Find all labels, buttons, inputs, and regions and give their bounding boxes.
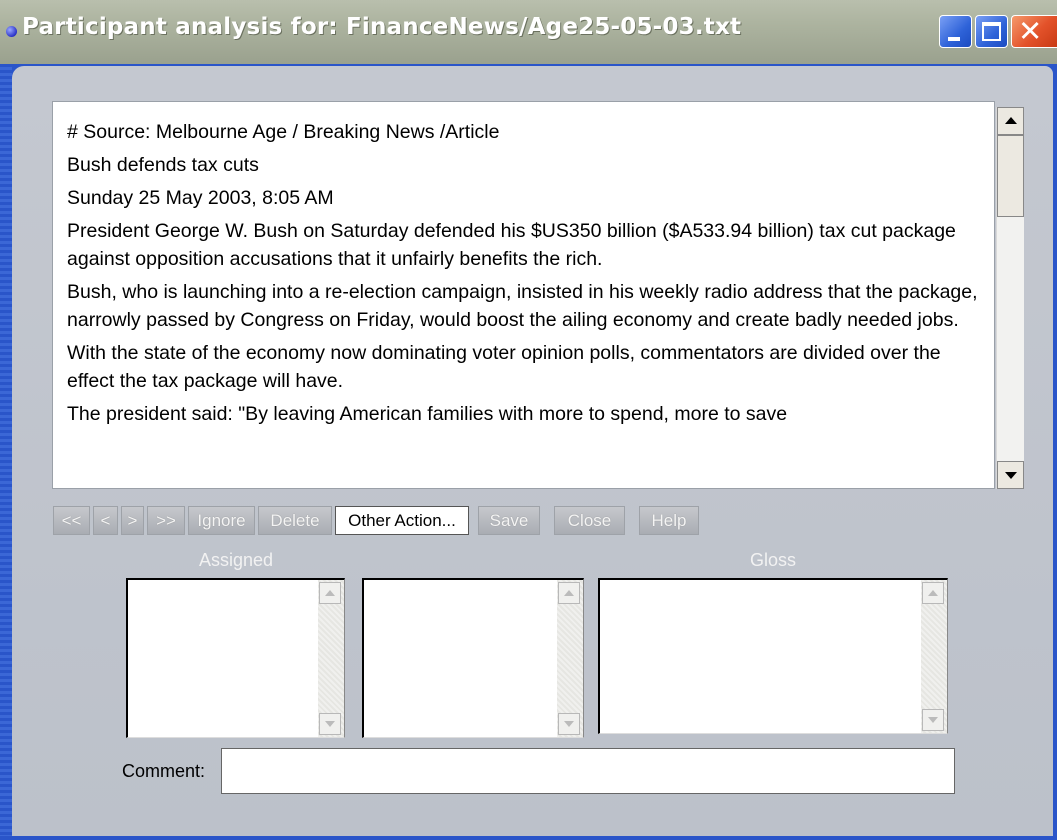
minimize-button[interactable] [939,15,972,48]
document-text: # Source: Melbourne Age / Breaking News … [53,102,994,428]
assigned-header: Assigned [198,550,274,570]
application-window: Participant analysis for: FinanceNews/Ag… [0,0,1057,840]
other-action-button[interactable]: Other Action... [335,506,469,535]
window-frame-left [0,64,12,840]
scroll-up-button[interactable] [922,582,944,604]
next-button[interactable]: > [121,506,144,535]
document-paragraph: Bush defends tax cuts [67,154,259,176]
minimize-icon [948,37,960,41]
maximize-button[interactable] [975,15,1008,48]
document-paragraph: President George W. Bush on Saturday def… [67,220,956,270]
scroll-down-button[interactable] [319,713,341,735]
scroll-down-arrow-icon [564,721,574,727]
window-frame-bottom [0,836,1057,840]
title-bar[interactable]: Participant analysis for: FinanceNews/Ag… [0,0,1057,64]
participant-list-scrollbar[interactable] [557,580,583,737]
assigned-list-scrollbar[interactable] [318,580,344,737]
scroll-down-button[interactable] [922,709,944,731]
document-paragraph: The president said: "By leaving American… [67,403,788,425]
scroll-up-arrow-icon [564,590,574,596]
scroll-up-button[interactable] [558,582,580,604]
document-paragraph: Sunday 25 May 2003, 8:05 AM [67,187,334,209]
window-dot-icon [6,26,17,37]
delete-button[interactable]: Delete [258,506,332,535]
scroll-down-arrow-icon [1004,472,1017,479]
save-button[interactable]: Save [478,506,540,535]
ignore-button[interactable]: Ignore [188,506,255,535]
close-window-button[interactable]: ✕ [1011,15,1057,48]
document-text-area[interactable]: # Source: Melbourne Age / Breaking News … [52,101,995,489]
document-paragraph: Bush, who is launching into a re-electio… [67,281,978,331]
window-frame-right [1053,64,1057,840]
scroll-down-button[interactable] [558,713,580,735]
comment-input[interactable] [221,748,955,794]
document-paragraph: # Source: Melbourne Age / Breaking News … [67,121,500,143]
scroll-up-button[interactable] [997,107,1024,135]
scroll-down-arrow-icon [325,721,335,727]
scroll-up-arrow-icon [325,590,335,596]
comment-label: Comment: [122,761,206,781]
gloss-list[interactable] [598,578,948,734]
document-scrollbar[interactable] [996,107,1024,489]
scroll-up-arrow-icon [1004,117,1017,124]
scroll-up-arrow-icon [928,590,938,596]
scroll-down-arrow-icon [928,717,938,723]
last-button[interactable]: >> [147,506,185,535]
document-paragraph: With the state of the economy now domina… [67,342,941,392]
scroll-up-button[interactable] [319,582,341,604]
gloss-header: Gloss [749,550,796,570]
close-icon: ✕ [1018,14,1043,48]
window-title: Participant analysis for: FinanceNews/Ag… [22,14,742,40]
assigned-list[interactable] [126,578,345,738]
maximize-icon [982,22,1001,41]
help-button[interactable]: Help [639,506,699,535]
scroll-down-button[interactable] [997,461,1024,489]
participant-list[interactable] [362,578,584,738]
previous-button[interactable]: < [93,506,118,535]
first-button[interactable]: << [53,506,90,535]
scroll-thumb[interactable] [997,135,1024,217]
gloss-list-scrollbar[interactable] [921,580,947,733]
close-button[interactable]: Close [554,506,625,535]
